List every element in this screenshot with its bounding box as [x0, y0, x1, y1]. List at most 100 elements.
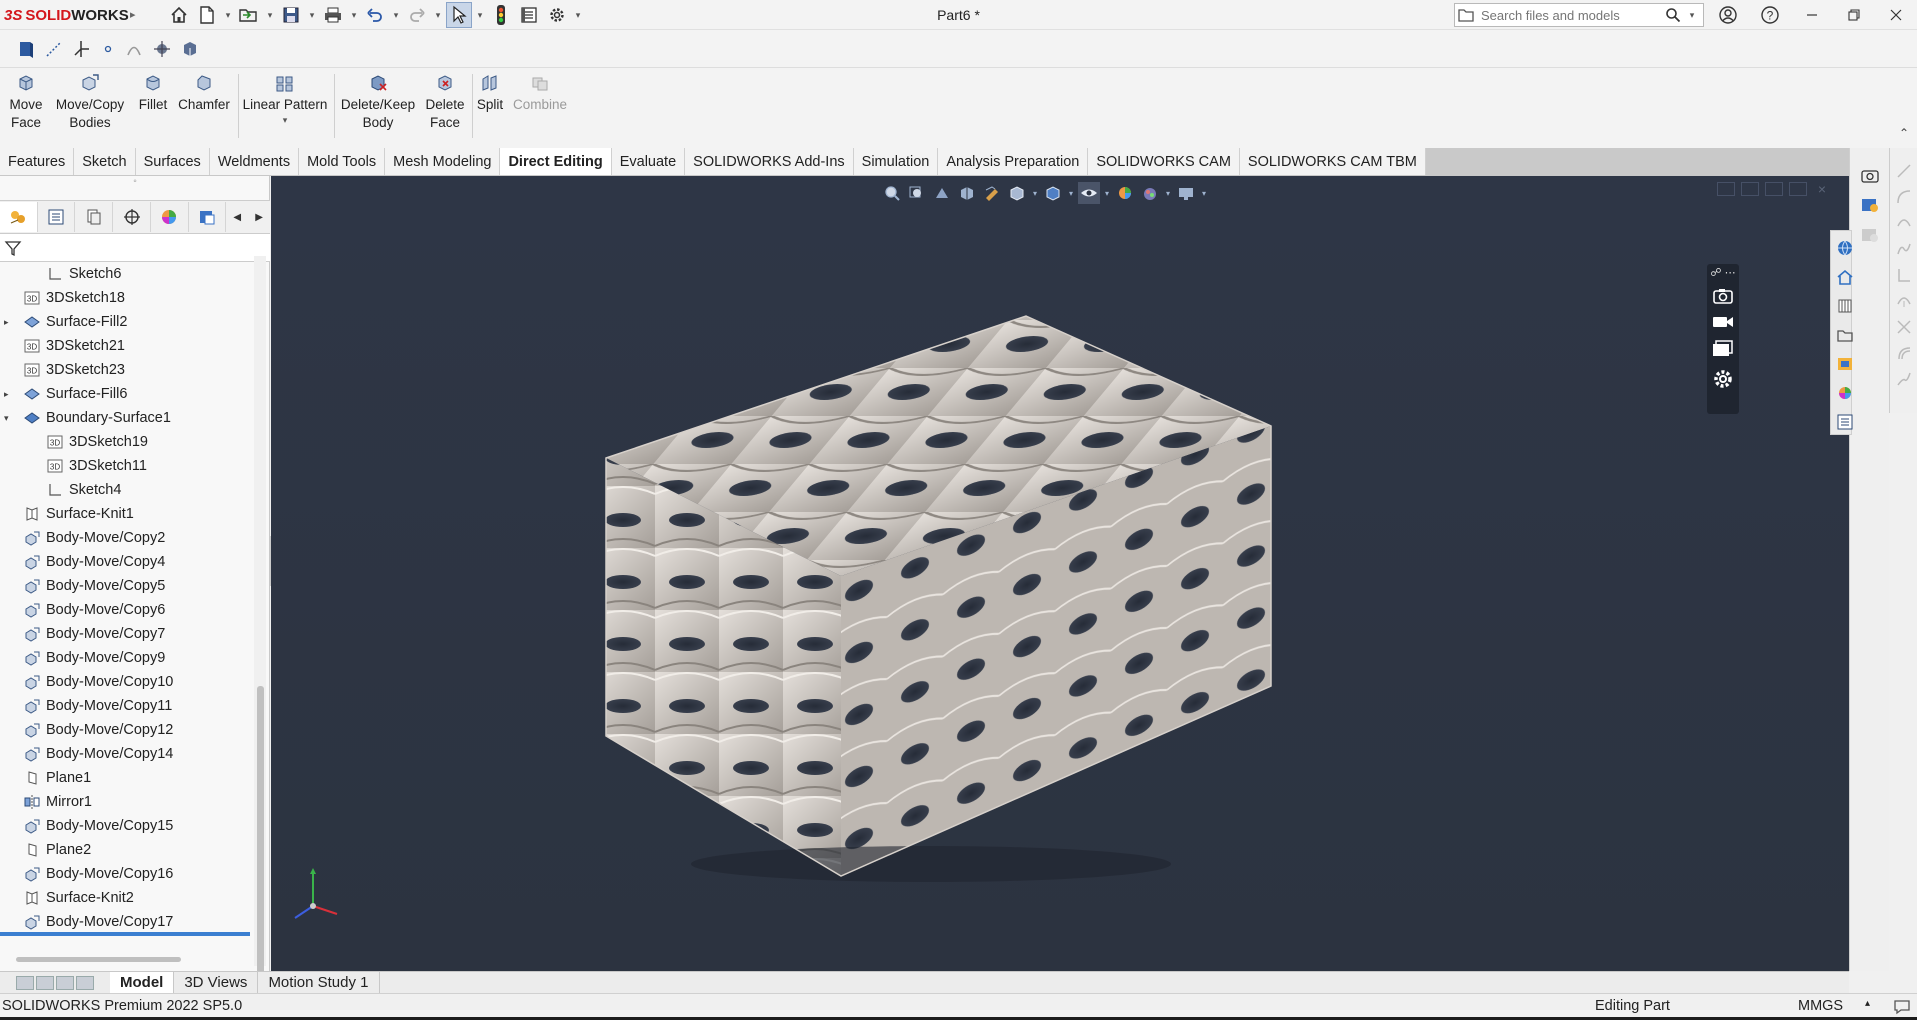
move-face-button[interactable]: Move Face — [6, 72, 46, 132]
menu-flyout-arrow-icon[interactable]: ▸ — [130, 8, 136, 21]
tree-item[interactable]: Sketch6 — [0, 262, 121, 286]
rollback-bar[interactable] — [0, 932, 250, 936]
sketch-line-icon[interactable] — [1895, 162, 1913, 180]
sketch-offset-icon[interactable] — [1895, 344, 1913, 362]
settings-gear-icon[interactable] — [1711, 367, 1735, 391]
display-manager-tab[interactable] — [151, 202, 189, 232]
tree-horizontal-scrollbar[interactable] — [16, 957, 181, 962]
tree-item[interactable]: Body-Move/Copy6 — [0, 598, 165, 622]
save-dropdown-caret-icon[interactable]: ▾ — [306, 10, 318, 21]
tabs-scroll-left-icon[interactable]: ◀ — [226, 202, 248, 232]
lattice-model-render[interactable] — [271, 176, 1849, 971]
view-palette-tab[interactable] — [1831, 351, 1859, 376]
property-manager-tab[interactable] — [38, 202, 76, 232]
video-camera-icon[interactable] — [1711, 313, 1735, 331]
tab-sketch[interactable]: Sketch — [74, 148, 136, 175]
linear-pattern-caret-icon[interactable]: ▾ — [283, 114, 288, 126]
tree-item[interactable]: Mirror1 — [0, 790, 92, 814]
print-dropdown-caret-icon[interactable]: ▾ — [348, 10, 360, 21]
move-copy-bodies-button[interactable]: Move/Copy Bodies — [50, 72, 130, 132]
reference-axis-button[interactable] — [70, 37, 94, 61]
view-orientation-button[interactable] — [178, 37, 202, 61]
sketch-spline-tool-icon[interactable] — [1895, 370, 1913, 388]
tree-item[interactable]: Body-Move/Copy17 — [0, 910, 173, 934]
feature-manager-tab[interactable] — [0, 202, 38, 232]
solidworks-resources-tab[interactable] — [1831, 235, 1859, 260]
collapse-ribbon-chevron-icon[interactable]: ⌃ — [1899, 126, 1909, 140]
save-button[interactable] — [278, 2, 304, 28]
tab-analysis-preparation[interactable]: Analysis Preparation — [938, 148, 1089, 175]
tab-mesh-modeling[interactable]: Mesh Modeling — [385, 148, 501, 175]
expand-arrow-icon[interactable]: ▸ — [4, 317, 14, 328]
select-dropdown-caret-icon[interactable]: ▾ — [474, 10, 486, 21]
tabs-scroll-right-icon[interactable]: ▶ — [248, 202, 270, 232]
tree-item[interactable]: Plane1 — [0, 766, 91, 790]
tree-item[interactable]: Sketch4 — [0, 478, 121, 502]
search-dropdown-caret-icon[interactable]: ▾ — [1685, 10, 1699, 21]
tab-surfaces[interactable]: Surfaces — [136, 148, 210, 175]
linear-pattern-button[interactable]: Linear Pattern ▾ — [240, 72, 330, 126]
tree-item[interactable]: Surface-Knit2 — [0, 886, 134, 910]
point-button[interactable] — [98, 37, 118, 61]
sketch-trim-icon[interactable] — [1895, 292, 1913, 310]
new-dropdown-caret-icon[interactable]: ▾ — [222, 10, 234, 21]
options-button[interactable] — [544, 2, 570, 28]
options-dropdown-caret-icon[interactable]: ▾ — [572, 10, 584, 21]
tab-3d-views[interactable]: 3D Views — [174, 971, 259, 994]
task-pane-render-button[interactable] — [1856, 192, 1884, 218]
chamfer-button[interactable]: Chamfer — [174, 72, 234, 114]
tab-evaluate[interactable]: Evaluate — [612, 148, 686, 175]
tree-item[interactable]: 3D 3DSketch23 — [0, 358, 125, 382]
panel-grip[interactable]: ◦ — [0, 176, 270, 188]
tab-next-button[interactable] — [56, 975, 74, 990]
account-button[interactable] — [1707, 0, 1749, 30]
units-caret-icon[interactable]: ▴ — [1865, 998, 1870, 1009]
task-pane-camera-button[interactable] — [1856, 162, 1884, 188]
tree-item[interactable]: 3D 3DSketch19 — [0, 430, 148, 454]
tab-motion-study-1[interactable]: Motion Study 1 — [258, 971, 380, 994]
tree-item[interactable]: Body-Move/Copy5 — [0, 574, 165, 598]
tree-scroll-thumb[interactable] — [257, 686, 264, 1006]
tab-simulation[interactable]: Simulation — [854, 148, 939, 175]
tree-vertical-scrollbar[interactable] — [254, 256, 266, 1006]
tree-item[interactable]: 3D 3DSketch11 — [0, 454, 147, 478]
curve-tool-button[interactable] — [122, 37, 146, 61]
sketch-arc-icon[interactable] — [1895, 188, 1913, 206]
tab-last-button[interactable] — [76, 975, 94, 990]
tree-item[interactable]: Body-Move/Copy4 — [0, 550, 165, 574]
tree-item[interactable]: Body-Move/Copy16 — [0, 862, 173, 886]
open-button[interactable] — [236, 2, 262, 28]
rebuild-button[interactable] — [488, 2, 514, 28]
task-pane-render-disabled-button[interactable] — [1856, 222, 1884, 248]
print-button[interactable] — [320, 2, 346, 28]
tree-item[interactable]: 3D 3DSketch21 — [0, 334, 125, 358]
appearances-tab[interactable] — [1831, 380, 1859, 405]
expand-arrow-icon[interactable]: ▸ — [4, 389, 14, 400]
sketch-spline-icon[interactable] — [1895, 240, 1913, 258]
combine-button[interactable]: Combine — [510, 72, 570, 114]
unit-system[interactable]: MMGS — [1798, 998, 1843, 1014]
tree-item[interactable]: Body-Move/Copy10 — [0, 670, 173, 694]
sketch-curve-icon[interactable] — [1895, 214, 1913, 232]
tree-item[interactable]: ▾ Boundary-Surface1 — [0, 406, 171, 430]
graphics-viewport[interactable]: ▾ ▾ ▾ ▾ ▾ × ☍ ⋯ — [271, 176, 1849, 971]
close-button[interactable] — [1875, 0, 1917, 30]
undo-button[interactable] — [362, 2, 388, 28]
tab-direct-editing[interactable]: Direct Editing — [500, 148, 612, 175]
new-document-button[interactable] — [194, 2, 220, 28]
design-library-tab[interactable] — [1831, 293, 1859, 318]
tree-item[interactable]: Body-Move/Copy12 — [0, 718, 173, 742]
search-box[interactable]: ▾ — [1454, 3, 1704, 27]
split-button[interactable]: Split — [474, 72, 506, 114]
tree-item[interactable]: 3D 3DSketch18 — [0, 286, 125, 310]
tree-item[interactable]: Plane2 — [0, 838, 91, 862]
delete-face-button[interactable]: Delete Face — [422, 72, 468, 132]
search-input[interactable] — [1481, 7, 1661, 23]
tab-solidworks-cam[interactable]: SOLIDWORKS CAM — [1088, 148, 1240, 175]
collapse-arrow-icon[interactable]: ▾ — [4, 413, 14, 424]
configuration-manager-tab[interactable] — [75, 202, 114, 232]
sketch-tool-button[interactable] — [14, 37, 38, 61]
tree-item[interactable]: ▸ Surface-Fill2 — [0, 310, 127, 334]
file-properties-button[interactable] — [516, 2, 542, 28]
windows-icon[interactable] — [1711, 339, 1735, 359]
